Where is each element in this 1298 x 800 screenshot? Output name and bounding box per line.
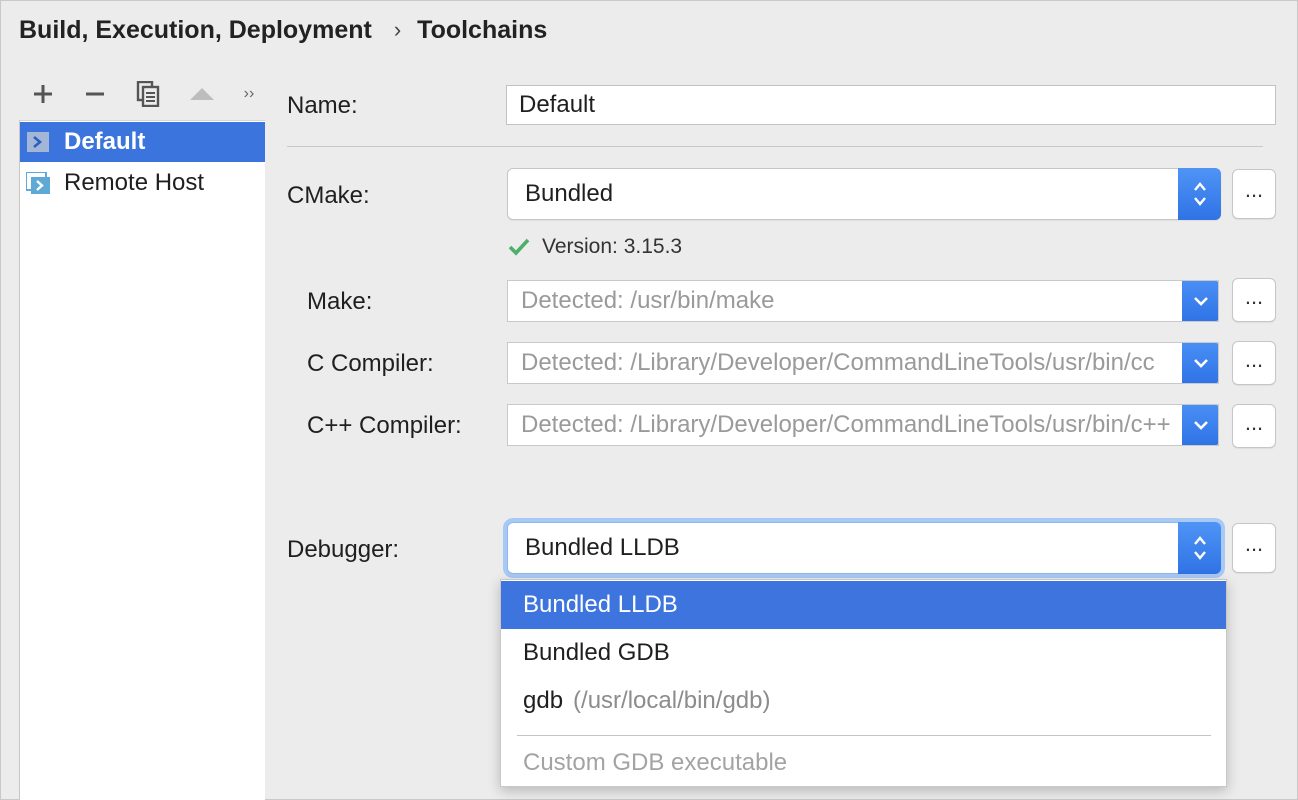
- menu-item-gdb[interactable]: gdb (/usr/local/bin/gdb): [501, 677, 1226, 725]
- cpp-compiler-field[interactable]: Detected: /Library/Developer/CommandLine…: [507, 404, 1219, 446]
- list-toolbar: ››: [19, 68, 265, 120]
- divider: [287, 146, 1263, 147]
- check-icon: [508, 238, 530, 256]
- updown-chevron-icon: [1178, 522, 1221, 574]
- make-browse-button[interactable]: ...: [1232, 278, 1276, 322]
- name-field[interactable]: Default: [506, 85, 1276, 125]
- debugger-label: Debugger:: [287, 536, 399, 564]
- updown-chevron-icon: [1178, 168, 1221, 220]
- cmake-version-status: Version: 3.15.3: [508, 235, 682, 259]
- c-compiler-browse-button[interactable]: ...: [1232, 341, 1276, 385]
- minus-icon: [84, 83, 106, 105]
- cpp-compiler-browse-button[interactable]: ...: [1232, 404, 1276, 448]
- menu-item-bundled-gdb[interactable]: Bundled GDB: [501, 629, 1226, 677]
- copy-toolchain-button[interactable]: [133, 78, 163, 110]
- more-actions-button[interactable]: ››: [237, 78, 261, 110]
- cpp-compiler-value: Detected: /Library/Developer/CommandLine…: [521, 411, 1171, 439]
- plus-icon: [32, 83, 54, 105]
- menu-item-label: Custom GDB executable: [523, 749, 787, 777]
- toolchain-item-label: Default: [64, 128, 145, 156]
- make-value: Detected: /usr/bin/make: [521, 287, 774, 315]
- chevron-down-icon[interactable]: [1182, 342, 1219, 384]
- cmake-label: CMake:: [287, 182, 370, 210]
- toolchain-item-default[interactable]: Default: [20, 122, 265, 162]
- debugger-dropdown-menu: Bundled LLDB Bundled GDB gdb (/usr/local…: [500, 579, 1227, 787]
- toolchain-item-label: Remote Host: [64, 169, 204, 197]
- cmake-value: Bundled: [525, 180, 613, 208]
- breadcrumb-parent[interactable]: Build, Execution, Deployment: [19, 16, 372, 45]
- page-title: Toolchains: [417, 16, 547, 45]
- arrow-up-icon: [189, 86, 215, 102]
- chevron-down-icon[interactable]: [1182, 280, 1219, 322]
- menu-item-bundled-lldb[interactable]: Bundled LLDB: [501, 581, 1226, 629]
- toolchains-list-panel: ›› Default Remote Host: [19, 68, 265, 800]
- breadcrumb: Build, Execution, Deployment › Toolchain…: [19, 14, 547, 46]
- make-field[interactable]: Detected: /usr/bin/make: [507, 280, 1219, 322]
- move-up-button[interactable]: [187, 78, 217, 110]
- menu-item-label: Bundled GDB: [523, 639, 670, 667]
- debugger-select[interactable]: Bundled LLDB: [507, 522, 1221, 574]
- toolchains-tree[interactable]: Default Remote Host: [19, 120, 265, 800]
- add-toolchain-button[interactable]: [29, 78, 57, 110]
- menu-item-custom-gdb[interactable]: Custom GDB executable: [501, 739, 1226, 787]
- c-compiler-value: Detected: /Library/Developer/CommandLine…: [521, 349, 1155, 377]
- toolchain-item-remote-host[interactable]: Remote Host: [20, 163, 265, 203]
- menu-item-label: Bundled LLDB: [523, 591, 678, 619]
- cmake-version-text: Version: 3.15.3: [542, 235, 682, 259]
- debugger-value: Bundled LLDB: [525, 534, 680, 562]
- c-compiler-field[interactable]: Detected: /Library/Developer/CommandLine…: [507, 342, 1219, 384]
- remove-toolchain-button[interactable]: [81, 78, 109, 110]
- copy-icon: [136, 81, 160, 107]
- menu-item-path: (/usr/local/bin/gdb): [573, 687, 770, 715]
- chevron-down-icon[interactable]: [1182, 404, 1219, 446]
- cmake-browse-button[interactable]: ...: [1232, 169, 1276, 219]
- debugger-browse-button[interactable]: ...: [1232, 523, 1276, 573]
- cmake-select[interactable]: Bundled: [507, 168, 1221, 220]
- name-label: Name:: [287, 92, 358, 120]
- cpp-compiler-label: C++ Compiler:: [307, 412, 462, 440]
- toolchain-icon: [26, 131, 50, 153]
- make-label: Make:: [307, 288, 372, 316]
- menu-divider: [517, 735, 1211, 736]
- menu-item-label: gdb: [523, 687, 563, 715]
- breadcrumb-separator: ›: [394, 17, 401, 43]
- remote-toolchain-icon: [26, 172, 50, 194]
- c-compiler-label: C Compiler:: [307, 350, 434, 378]
